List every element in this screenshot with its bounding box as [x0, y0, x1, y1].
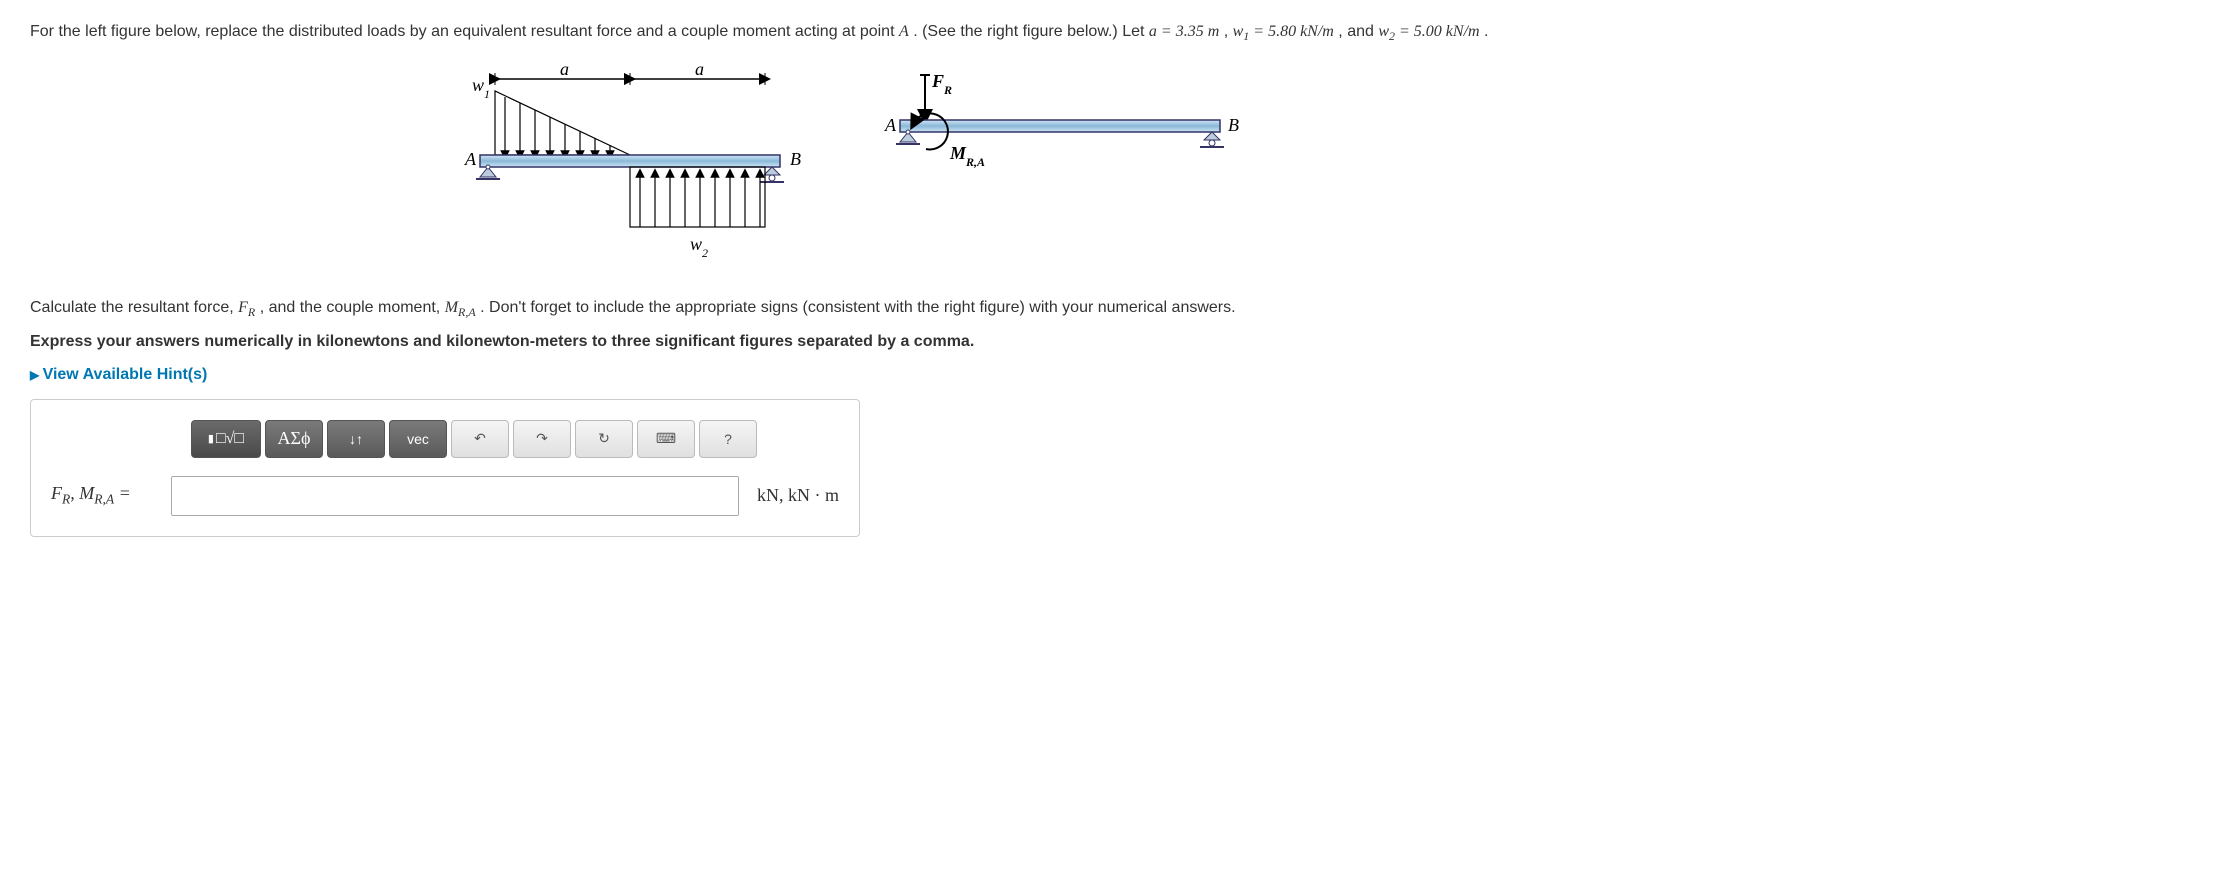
problem-text-1: For the left figure below, replace the d…	[30, 23, 899, 40]
vector-button[interactable]: vec	[389, 420, 447, 458]
help-icon: ?	[724, 431, 732, 447]
calculation-instruction: Calculate the resultant force, FR , and …	[30, 295, 2206, 322]
subscript-button[interactable]: ↓↑	[327, 420, 385, 458]
instr-mid: , and the couple moment,	[260, 299, 445, 316]
answer-box: ▮□√□ ΑΣϕ ↓↑ vec ↶ ↷ ↻ ⌨ ? FR, MR,A = kN,…	[30, 399, 860, 537]
reset-icon: ↻	[598, 430, 610, 447]
w1-val: = 5.80 kN/m	[1249, 23, 1334, 40]
point-B-right: B	[1228, 115, 1239, 135]
undo-icon: ↶	[474, 430, 486, 447]
format-instruction: Express your answers numerically in kilo…	[30, 333, 2206, 351]
right-figure: FR A B MR,A	[870, 65, 1250, 195]
template-button[interactable]: ▮□√□	[191, 420, 261, 458]
a-value: a = 3.35 m	[1149, 23, 1219, 40]
sep1: ,	[1224, 23, 1233, 40]
point-B-left: B	[790, 149, 801, 169]
redo-button[interactable]: ↷	[513, 420, 571, 458]
point-A-left: A	[464, 149, 477, 169]
problem-statement: For the left figure below, replace the d…	[30, 20, 2206, 45]
greek-button[interactable]: ΑΣϕ	[265, 420, 323, 458]
redo-icon: ↷	[536, 430, 548, 447]
mra-sub: R,A	[458, 305, 476, 319]
sep2: , and	[1338, 23, 1378, 40]
instr-prefix: Calculate the resultant force,	[30, 299, 238, 316]
keyboard-icon: ⌨	[656, 430, 676, 447]
w2-val: = 5.00 kN/m	[1395, 23, 1480, 40]
instr-suffix: . Don't forget to include the appropriat…	[480, 299, 1235, 316]
mra-sym: M	[445, 299, 458, 316]
undo-button[interactable]: ↶	[451, 420, 509, 458]
reset-button[interactable]: ↻	[575, 420, 633, 458]
help-button[interactable]: ?	[699, 420, 757, 458]
equation-toolbar: ▮□√□ ΑΣϕ ↓↑ vec ↶ ↷ ↻ ⌨ ?	[191, 420, 839, 458]
figure-container: a a w1 A B	[30, 65, 2206, 265]
hints-label: View Available Hint(s)	[43, 366, 208, 383]
dim-a-right: a	[695, 65, 704, 79]
point-A-right: A	[884, 115, 897, 135]
MRA-label: MR,A	[949, 143, 985, 169]
left-figure: a a w1 A B	[450, 65, 810, 265]
period: .	[1484, 23, 1488, 40]
FR-label: FR	[931, 71, 952, 97]
fr-sub: R	[248, 305, 255, 319]
w1-var: w	[1233, 23, 1244, 40]
w1-label: w1	[472, 75, 490, 101]
point-A-ref: A	[899, 23, 909, 40]
answer-row: FR, MR,A = kN, kN · m	[51, 476, 839, 516]
problem-text-2: . (See the right figure below.) Let	[913, 23, 1149, 40]
answer-units: kN, kN · m	[749, 485, 839, 506]
answer-variable-label: FR, MR,A =	[51, 483, 161, 508]
fr-sym: F	[238, 299, 248, 316]
keyboard-button[interactable]: ⌨	[637, 420, 695, 458]
dim-a-left: a	[560, 65, 569, 79]
view-hints-link[interactable]: View Available Hint(s)	[30, 366, 207, 384]
w2-label: w2	[690, 234, 708, 260]
answer-input[interactable]	[171, 476, 739, 516]
w2-var: w	[1378, 23, 1389, 40]
